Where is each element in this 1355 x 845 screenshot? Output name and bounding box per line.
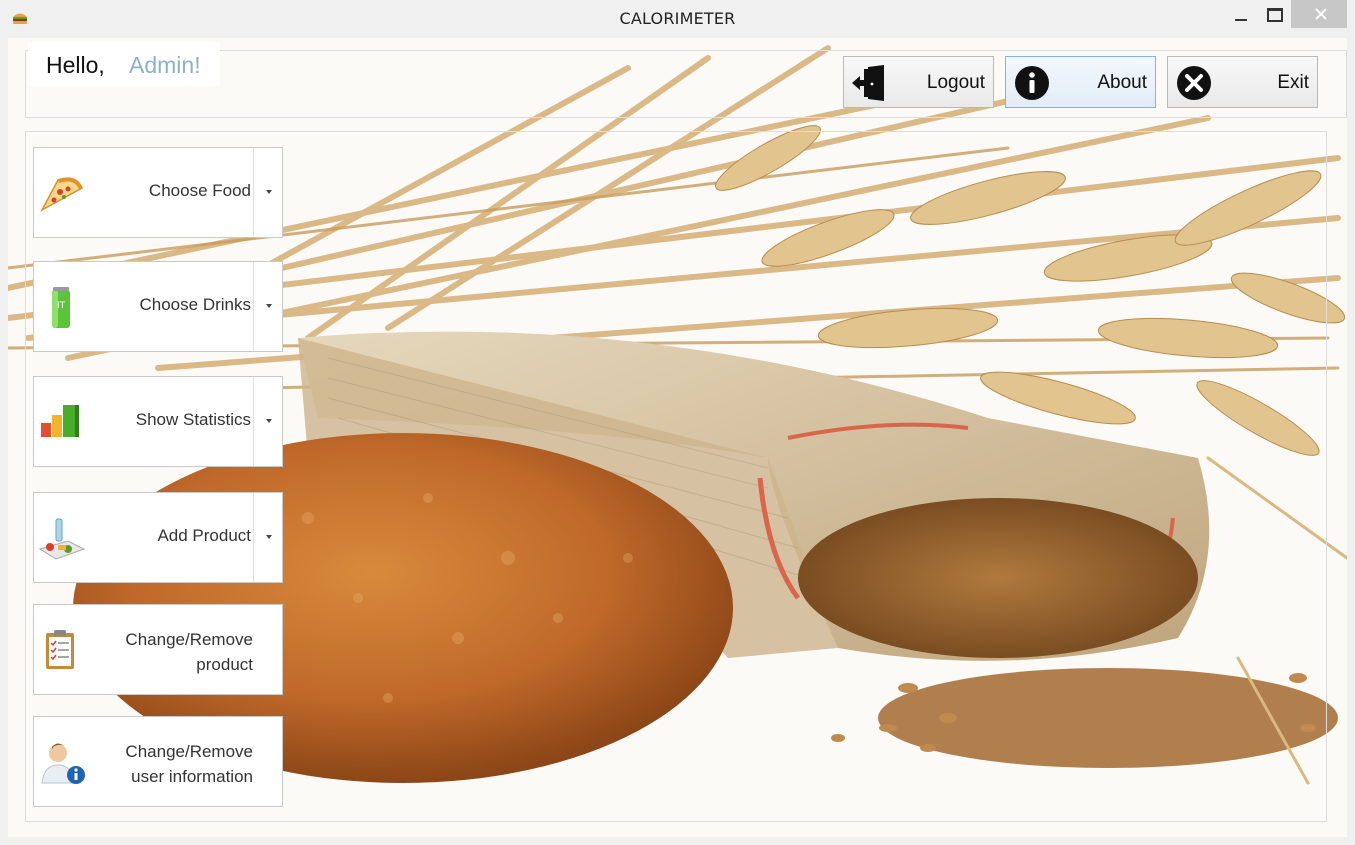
change-remove-product-label-line1: Change/Remove [125,630,253,649]
show-statistics-dropdown[interactable] [253,377,282,466]
svg-text:IT: IT [57,301,66,311]
change-remove-user-button[interactable]: Change/Remove user information [33,716,283,807]
window-border-left [0,0,8,845]
door-exit-icon [852,65,884,101]
user-info-icon [41,743,85,784]
bar-chart-icon [41,405,79,437]
minimize-button[interactable] [1222,0,1260,28]
groceries-icon [38,518,86,560]
choose-food-button[interactable]: Choose Food [33,147,283,238]
chevron-down-icon [266,190,272,194]
username-label: Admin! [129,52,201,78]
clipboard-checklist-icon [46,630,74,669]
window-border-bottom [0,837,1355,845]
about-label: About [1097,72,1147,93]
choose-food-label: Choose Food [148,181,251,200]
choose-drinks-label: Choose Drinks [139,295,252,314]
add-product-label: Add Product [157,526,251,545]
show-statistics-button[interactable]: Show Statistics [33,376,283,467]
title-bar: CALORIMETER [0,0,1355,39]
about-button[interactable]: About [1005,56,1156,108]
choose-drinks-dropdown[interactable] [253,262,282,351]
chevron-down-icon [266,419,272,423]
close-window-button[interactable] [1291,0,1349,28]
logout-button[interactable]: Logout [843,56,994,108]
change-remove-user-label: Change/Remove user information [125,739,253,789]
greeting-label: Hello, [46,52,105,78]
soda-can-icon: IT [52,287,70,328]
exit-label: Exit [1277,72,1309,93]
change-remove-product-button[interactable]: Change/Remove product [33,604,283,695]
info-icon [1015,66,1049,100]
close-circle-icon [1177,66,1211,100]
change-remove-user-label-line1: Change/Remove [125,742,253,761]
logout-label: Logout [926,72,985,93]
window-border-right [1347,0,1355,845]
chevron-down-icon [266,304,272,308]
choose-drinks-button[interactable]: IT Choose Drinks [33,261,283,352]
show-statistics-label: Show Statistics [135,410,251,429]
add-product-button[interactable]: Add Product [33,492,283,583]
window-title: CALORIMETER [619,9,736,28]
choose-food-dropdown[interactable] [253,148,282,237]
exit-button[interactable]: Exit [1167,56,1318,108]
add-product-dropdown[interactable] [253,493,282,582]
main-panel: Hello, Admin! Logout About Exit Choose F… [8,38,1347,837]
change-remove-product-label-line2: product [196,655,253,674]
chevron-down-icon [266,535,272,539]
change-remove-product-label: Change/Remove product [125,627,253,677]
pizza-slice-icon [40,177,83,212]
change-remove-user-label-line2: user information [131,767,253,786]
